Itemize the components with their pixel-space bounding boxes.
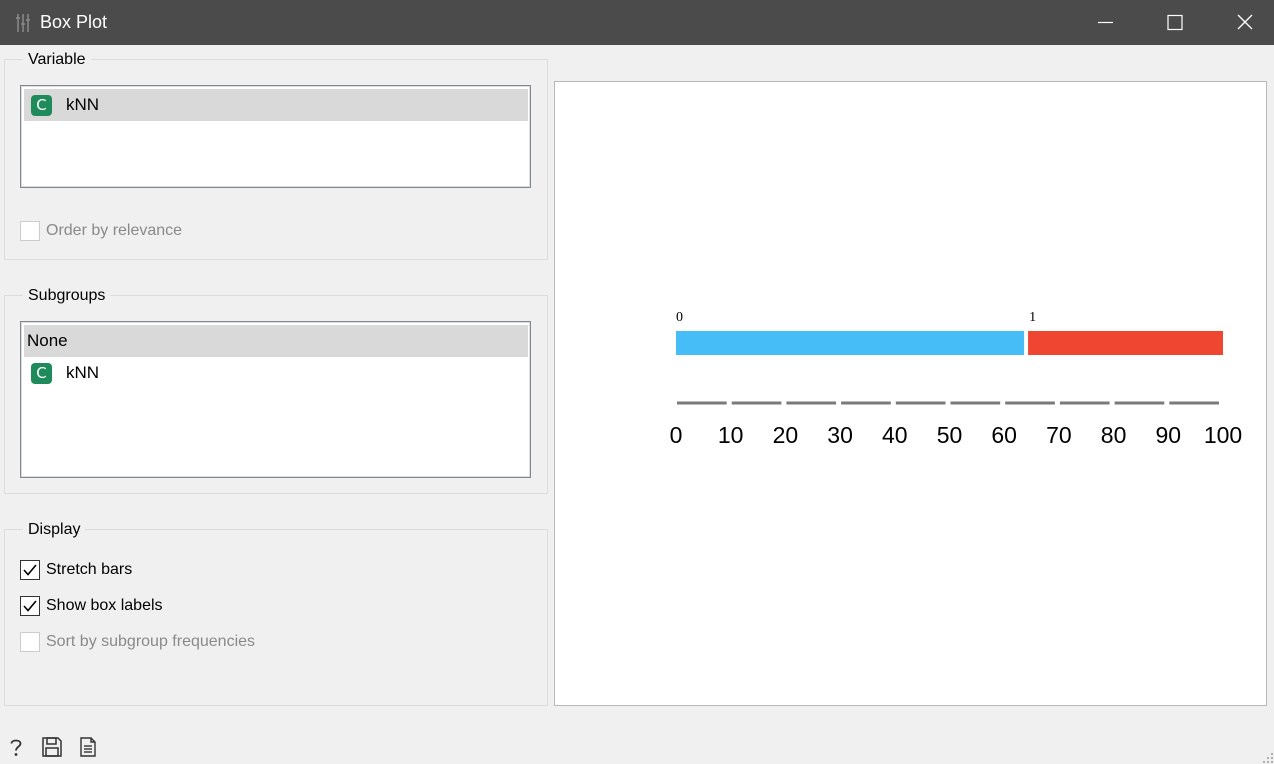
subgroup-none-item[interactable]: None bbox=[24, 325, 528, 357]
maximize-icon bbox=[1167, 14, 1183, 31]
bar-segment bbox=[676, 331, 1025, 355]
tick-label: 20 bbox=[773, 422, 799, 448]
tick-label: 30 bbox=[827, 422, 853, 448]
plot-area[interactable]: 0 1 0 10 20 30 40 50 60 70 80 90 100 bbox=[554, 81, 1267, 706]
variable-group-title: Variable bbox=[23, 50, 91, 70]
subgroups-group-title: Subgroups bbox=[23, 286, 111, 306]
tick-label: 50 bbox=[937, 422, 963, 448]
checkbox-box[interactable] bbox=[20, 596, 40, 616]
box-plot-chart: 0 10 10 20 30 40 50 60 70 80 90 100 bbox=[670, 310, 1243, 448]
order-by-relevance-checkbox[interactable]: Order by relevance bbox=[20, 220, 182, 242]
tick-label: 70 bbox=[1046, 422, 1072, 448]
bar-segment bbox=[1028, 331, 1223, 355]
close-button[interactable] bbox=[1210, 0, 1274, 45]
title-bar: Box Plot bbox=[0, 0, 1274, 45]
subgroups-group: Subgroups None C kNN bbox=[4, 286, 548, 494]
subgroup-list-item[interactable]: C kNN bbox=[24, 357, 528, 389]
continuous-variable-icon: C bbox=[31, 362, 52, 384]
subgroups-list[interactable]: None C kNN bbox=[20, 321, 531, 478]
maximize-button[interactable] bbox=[1140, 0, 1210, 45]
show-box-labels-label: Show box labels bbox=[46, 597, 163, 614]
sort-by-subgroup-frequencies-checkbox[interactable]: Sort by subgroup frequencies bbox=[20, 631, 255, 653]
report-icon[interactable] bbox=[77, 736, 99, 758]
subgroup-none-label: None bbox=[27, 331, 68, 350]
variable-group: Variable C kNN Order by relevance bbox=[4, 50, 548, 260]
continuous-variable-icon: C bbox=[31, 94, 52, 116]
minimize-button[interactable] bbox=[1070, 0, 1140, 45]
variable-list-item[interactable]: C kNN bbox=[24, 89, 528, 121]
app-icon bbox=[16, 14, 30, 32]
save-icon[interactable] bbox=[41, 736, 63, 758]
tick-label: 10 bbox=[718, 422, 744, 448]
window-title: Box Plot bbox=[40, 12, 108, 32]
display-group-title: Display bbox=[23, 520, 86, 540]
minimize-icon bbox=[1098, 21, 1113, 24]
tick-label: 0 bbox=[670, 422, 683, 448]
display-group: Display Stretch bars Show box labels Sor… bbox=[4, 520, 548, 706]
checkbox-box[interactable] bbox=[20, 221, 40, 241]
checkbox-box[interactable] bbox=[20, 632, 40, 652]
bar-label: 1 bbox=[1029, 310, 1036, 325]
bar-label: 0 bbox=[676, 310, 683, 325]
show-box-labels-checkbox[interactable]: Show box labels bbox=[20, 595, 163, 617]
subgroup-variable-name: kNN bbox=[66, 363, 100, 382]
tick-label: 40 bbox=[882, 422, 908, 448]
checkbox-box[interactable] bbox=[20, 560, 40, 580]
checkmark-icon bbox=[23, 564, 37, 576]
resize-grip-icon[interactable] bbox=[1262, 752, 1274, 764]
checkmark-icon bbox=[23, 600, 37, 612]
close-icon bbox=[1237, 14, 1253, 30]
stretch-bars-label: Stretch bars bbox=[46, 561, 133, 578]
tick-label: 100 bbox=[1204, 422, 1242, 448]
variable-list[interactable]: C kNN bbox=[20, 85, 531, 188]
tick-label: 90 bbox=[1156, 422, 1182, 448]
tick-label: 60 bbox=[991, 422, 1017, 448]
variable-name: kNN bbox=[66, 95, 100, 114]
sort-by-subgroup-frequencies-label: Sort by subgroup frequencies bbox=[46, 633, 256, 650]
tick-label: 80 bbox=[1101, 422, 1127, 448]
stretch-bars-checkbox[interactable]: Stretch bars bbox=[20, 559, 132, 581]
help-icon[interactable] bbox=[5, 736, 27, 758]
order-by-relevance-label: Order by relevance bbox=[46, 222, 183, 239]
